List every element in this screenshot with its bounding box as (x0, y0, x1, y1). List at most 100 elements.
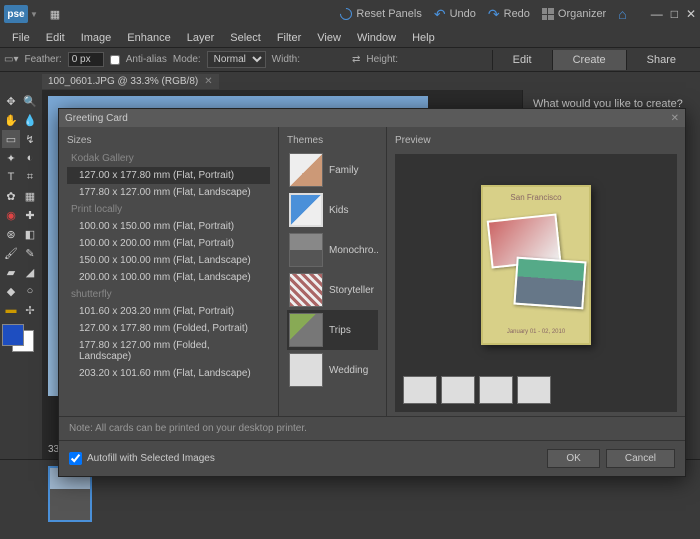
tool-eyedrop[interactable]: 💧 (21, 111, 39, 129)
tool-fill[interactable]: ▰ (2, 263, 20, 281)
autofill-checkbox[interactable]: Autofill with Selected Images (69, 452, 215, 465)
size-item[interactable]: 177.80 x 127.00 mm (Folded, Landscape) (67, 337, 270, 365)
titlebar: pse ▼ ▦ Reset Panels ↶Undo ↷Redo Organiz… (0, 0, 700, 28)
tool-smartbrush[interactable]: ✎ (21, 244, 39, 262)
dialog-titlebar[interactable]: Greeting Card ✕ (59, 109, 685, 127)
menu-file[interactable]: File (4, 32, 38, 44)
size-item[interactable]: 100.00 x 150.00 mm (Flat, Portrait) (67, 218, 270, 235)
tab-create[interactable]: Create (552, 50, 626, 70)
menu-image[interactable]: Image (73, 32, 120, 44)
tab-share[interactable]: Share (626, 50, 696, 70)
toolbox: ✥🔍 ✋💧 ▭↯ ✦◐ T⌗ ✿▦ ◉✚ ⊛◧ 🖌✎ ▰◢ ◆○ ▬✢ (0, 90, 42, 459)
size-item[interactable]: 150.00 x 100.00 mm (Flat, Landscape) (67, 252, 270, 269)
reset-icon (338, 6, 355, 23)
home-icon[interactable]: ⌂ (618, 6, 626, 22)
theme-trips[interactable]: Trips (287, 310, 378, 350)
fg-color[interactable] (2, 324, 24, 346)
theme-mono[interactable]: Monochro... (287, 230, 378, 270)
size-item[interactable]: 200.00 x 100.00 mm (Flat, Landscape) (67, 269, 270, 286)
size-item[interactable]: 101.60 x 203.20 mm (Flat, Portrait) (67, 303, 270, 320)
theme-thumb (289, 153, 323, 187)
dialog-close-icon[interactable]: ✕ (671, 113, 679, 124)
tool-detail[interactable]: ✢ (21, 301, 39, 319)
tool-gradient[interactable]: ◢ (21, 263, 39, 281)
sizes-list[interactable]: Kodak Gallery 127.00 x 177.80 mm (Flat, … (67, 150, 270, 412)
constrain-icon[interactable]: ⇄ (352, 54, 360, 65)
preview-thumb[interactable] (403, 376, 437, 404)
preview-thumb[interactable] (441, 376, 475, 404)
height-label: Height: (366, 54, 398, 65)
autofill-input[interactable] (69, 452, 82, 465)
theme-thumb (289, 233, 323, 267)
undo-button[interactable]: ↶Undo (434, 6, 476, 23)
ok-button[interactable]: OK (547, 449, 599, 468)
tool-eraser[interactable]: ◧ (21, 225, 39, 243)
size-item[interactable]: 203.20 x 101.60 mm (Flat, Landscape) (67, 365, 270, 382)
tool-shape[interactable]: ◆ (2, 282, 20, 300)
tool-clone[interactable]: ⊛ (2, 225, 20, 243)
selection-tool-icon[interactable]: ▭▾ (4, 54, 18, 65)
menu-layer[interactable]: Layer (179, 32, 223, 44)
theme-thumb (289, 353, 323, 387)
tool-sponge[interactable]: ▬ (2, 301, 20, 319)
preview-thumb[interactable] (479, 376, 513, 404)
themes-heading: Themes (287, 131, 378, 150)
themes-list[interactable]: Family Kids Monochro... Storyteller Trip… (287, 150, 378, 412)
organizer-icon (542, 8, 554, 20)
menu-enhance[interactable]: Enhance (119, 32, 178, 44)
color-swatch[interactable] (2, 324, 34, 352)
tool-recompose[interactable]: ▦ (21, 187, 39, 205)
minimize-button[interactable]: — (651, 7, 663, 21)
maximize-button[interactable]: □ (671, 7, 678, 21)
tool-move[interactable]: ✥ (2, 92, 20, 110)
tab-edit[interactable]: Edit (492, 50, 552, 70)
size-item[interactable]: 127.00 x 177.80 mm (Folded, Portrait) (67, 320, 270, 337)
mode-select[interactable]: Normal (207, 51, 266, 68)
close-button[interactable]: ✕ (686, 7, 696, 21)
theme-wedding[interactable]: Wedding (287, 350, 378, 390)
theme-family[interactable]: Family (287, 150, 378, 190)
tool-quicksel[interactable]: ◐ (21, 149, 39, 167)
menu-help[interactable]: Help (404, 32, 443, 44)
feather-input[interactable] (68, 52, 104, 67)
tool-type[interactable]: T (2, 168, 20, 186)
tool-zoom[interactable]: 🔍 (21, 92, 39, 110)
feather-label: Feather: (24, 54, 61, 65)
redo-button[interactable]: ↷Redo (488, 6, 530, 23)
size-item[interactable]: 127.00 x 177.80 mm (Flat, Portrait) (67, 167, 270, 184)
menu-edit[interactable]: Edit (38, 32, 73, 44)
document-icon[interactable]: ▦ (48, 7, 62, 21)
options-bar: ▭▾ Feather: Anti-alias Mode: Normal Widt… (0, 48, 700, 72)
menu-select[interactable]: Select (222, 32, 269, 44)
app-logo[interactable]: pse (4, 5, 28, 23)
organizer-button[interactable]: Organizer (542, 8, 606, 20)
tool-crop[interactable]: ⌗ (21, 168, 39, 186)
reset-panels-button[interactable]: Reset Panels (340, 8, 421, 20)
document-tab[interactable]: 100_0601.JPG @ 33.3% (RGB/8) ✕ (42, 74, 219, 89)
tool-wand[interactable]: ✦ (2, 149, 20, 167)
logo-dropdown-icon[interactable]: ▼ (30, 10, 38, 19)
tool-hand[interactable]: ✋ (2, 111, 20, 129)
size-item[interactable]: 177.80 x 127.00 mm (Flat, Landscape) (67, 184, 270, 201)
tool-healing[interactable]: ✚ (21, 206, 39, 224)
cancel-button[interactable]: Cancel (606, 449, 675, 468)
menu-view[interactable]: View (309, 32, 349, 44)
preview-thumb[interactable] (517, 376, 551, 404)
tool-marquee[interactable]: ▭ (2, 130, 20, 148)
menu-filter[interactable]: Filter (269, 32, 309, 44)
tool-redeye[interactable]: ◉ (2, 206, 20, 224)
menu-window[interactable]: Window (349, 32, 404, 44)
theme-kids[interactable]: Kids (287, 190, 378, 230)
antialias-checkbox[interactable] (110, 55, 120, 65)
card-title: San Francisco (489, 193, 583, 202)
size-item[interactable]: 100.00 x 200.00 mm (Flat, Portrait) (67, 235, 270, 252)
mode-label: Mode: (173, 54, 201, 65)
theme-story[interactable]: Storyteller (287, 270, 378, 310)
tool-brush[interactable]: 🖌 (2, 244, 20, 262)
tool-cookie[interactable]: ✿ (2, 187, 20, 205)
tool-lasso[interactable]: ↯ (21, 130, 39, 148)
document-tab-close[interactable]: ✕ (204, 76, 212, 87)
tool-blur[interactable]: ○ (21, 282, 39, 300)
dialog-note: Note: All cards can be printed on your d… (59, 416, 685, 440)
theme-thumb (289, 313, 323, 347)
